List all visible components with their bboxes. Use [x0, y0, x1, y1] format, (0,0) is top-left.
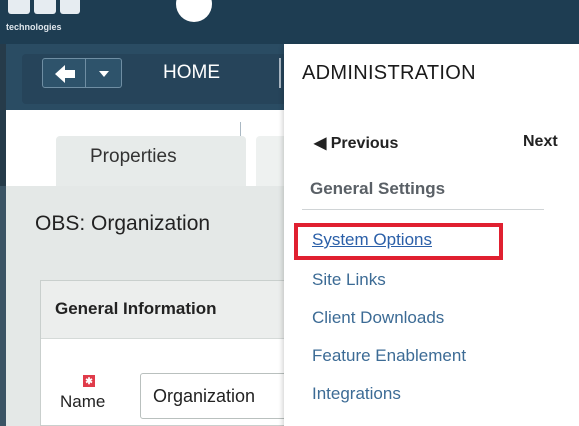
left-edge	[0, 186, 6, 426]
logo-subtext: technologies	[6, 22, 62, 32]
menu-item-client-downloads[interactable]: Client Downloads	[312, 308, 444, 328]
brand-circle-icon	[176, 0, 212, 22]
card-header-title: General Information	[55, 299, 217, 318]
required-asterisk-icon: ✱	[83, 375, 95, 387]
highlight-annotation-box	[294, 223, 503, 260]
name-input-value: Organization	[153, 386, 256, 406]
name-field-label: Name	[60, 392, 106, 411]
menu-item-integrations[interactable]: Integrations	[312, 384, 401, 404]
general-settings-heading: General Settings	[310, 179, 446, 198]
menu-item-site-links[interactable]: Site Links	[312, 270, 386, 290]
menu-item-feature-enablement[interactable]: Feature Enablement	[312, 346, 466, 366]
history-dropdown-button[interactable]	[86, 58, 122, 88]
tab-properties[interactable]: Properties	[56, 136, 246, 186]
nav-divider	[279, 58, 281, 88]
company-logo: technologies	[6, 0, 116, 40]
tab-properties-label: Properties	[90, 146, 177, 167]
administration-menu-title[interactable]: ADMINISTRATION	[302, 62, 476, 85]
nav-home-link[interactable]: HOME	[163, 62, 220, 84]
page-title: OBS: Organization	[35, 212, 211, 235]
previous-button[interactable]: ◀ Previous	[314, 133, 398, 153]
back-arrow-icon	[55, 65, 75, 83]
next-button[interactable]: Next	[523, 133, 558, 151]
top-header: technologies	[0, 0, 579, 44]
section-divider	[302, 209, 544, 210]
back-button[interactable]	[42, 58, 86, 88]
chevron-down-icon	[99, 71, 109, 77]
